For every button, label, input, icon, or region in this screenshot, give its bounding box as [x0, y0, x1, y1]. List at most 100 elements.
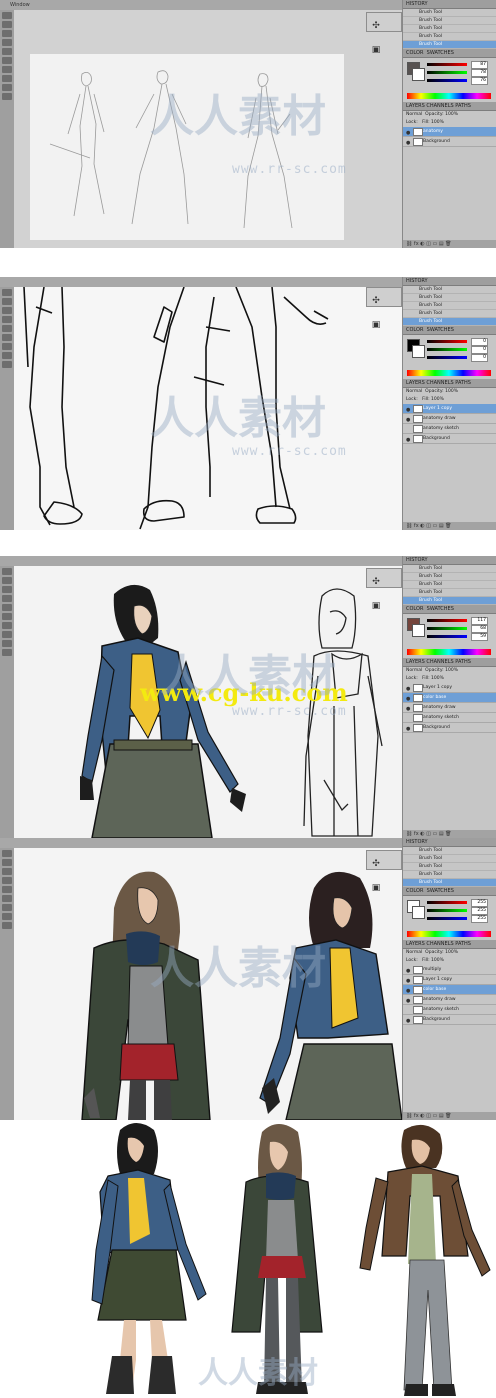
clone-source-icon[interactable]: ▣ — [369, 45, 383, 59]
layer-row[interactable]: ● multiply — [403, 965, 496, 975]
eraser-tool-icon[interactable] — [2, 48, 12, 55]
opacity-value[interactable]: 100% — [445, 389, 458, 394]
move-tool-icon[interactable] — [2, 850, 12, 857]
red-value[interactable]: 87 — [471, 61, 488, 69]
blue-value[interactable]: 59 — [471, 633, 488, 641]
layer-row[interactable]: ● Background — [403, 1015, 496, 1025]
gradient-tool-icon[interactable] — [2, 613, 12, 620]
blue-value[interactable]: 0 — [471, 354, 488, 362]
zoom-tool-icon[interactable] — [2, 93, 12, 100]
layer-row-selected[interactable]: ● Layer 1 copy — [403, 404, 496, 414]
type-tool-icon[interactable] — [2, 352, 12, 359]
fill-value[interactable]: 100% — [431, 120, 444, 125]
history-row[interactable]: Brush Tool — [403, 565, 496, 573]
brush-preset-icon[interactable]: ✣ — [369, 296, 383, 310]
menu-label[interactable]: Window — [10, 2, 30, 8]
red-value[interactable]: 117 — [471, 617, 488, 625]
layers-panel-header[interactable]: LAYERS CHANNELS PATHS — [403, 940, 496, 949]
blue-slider[interactable] — [427, 356, 467, 359]
lasso-tool-icon[interactable] — [2, 586, 12, 593]
green-slider[interactable] — [427, 348, 467, 351]
layer-row[interactable]: ● Background — [403, 137, 496, 147]
history-row[interactable]: Brush Tool — [403, 17, 496, 25]
fill-value[interactable]: 100% — [431, 958, 444, 963]
history-row[interactable]: Brush Tool — [403, 589, 496, 597]
marquee-tool-icon[interactable] — [2, 859, 12, 866]
zoom-tool-icon[interactable] — [2, 649, 12, 656]
move-tool-icon[interactable] — [2, 289, 12, 296]
eraser-tool-icon[interactable] — [2, 886, 12, 893]
opacity-value[interactable]: 100% — [445, 950, 458, 955]
eraser-tool-icon[interactable] — [2, 325, 12, 332]
swatches-tab[interactable]: SWATCHES — [427, 606, 454, 612]
history-row[interactable]: Brush Tool — [403, 9, 496, 17]
brush-tool-icon[interactable] — [2, 316, 12, 323]
eye-icon[interactable]: ● — [406, 725, 410, 734]
swatches-tab[interactable]: SWATCHES — [427, 50, 454, 56]
layer-row[interactable]: ● anatomy draw — [403, 414, 496, 424]
history-row[interactable]: Brush Tool — [403, 847, 496, 855]
red-slider[interactable] — [427, 619, 467, 622]
eye-icon[interactable]: ● — [406, 436, 410, 445]
layers-panel-header[interactable]: LAYERS CHANNELS PATHS — [403, 379, 496, 388]
color-spectrum[interactable] — [407, 93, 491, 99]
green-value[interactable]: 78 — [471, 69, 488, 77]
color-spectrum[interactable] — [407, 649, 491, 655]
background-swatch[interactable] — [412, 624, 425, 637]
brush-tool-icon[interactable] — [2, 877, 12, 884]
blue-value[interactable]: 255 — [471, 915, 488, 923]
history-row[interactable]: Brush Tool — [403, 871, 496, 879]
blue-value[interactable]: 76 — [471, 77, 488, 85]
layer-row[interactable]: anatomy sketch — [403, 1005, 496, 1015]
move-tool-icon[interactable] — [2, 568, 12, 575]
history-row-selected[interactable]: Brush Tool — [403, 41, 496, 49]
red-value[interactable]: 255 — [471, 899, 488, 907]
blend-mode-select[interactable]: Normal — [406, 668, 422, 673]
blend-mode-select[interactable]: Normal — [406, 950, 422, 955]
red-slider[interactable] — [427, 63, 467, 66]
history-row[interactable]: Brush Tool — [403, 33, 496, 41]
history-row-selected[interactable]: Brush Tool — [403, 318, 496, 326]
lasso-tool-icon[interactable] — [2, 30, 12, 37]
type-tool-icon[interactable] — [2, 75, 12, 82]
color-tab[interactable]: COLOR — [406, 888, 423, 894]
red-value[interactable]: 0 — [471, 338, 488, 346]
green-slider[interactable] — [427, 627, 467, 630]
green-value[interactable]: 68 — [471, 625, 488, 633]
color-spectrum[interactable] — [407, 931, 491, 937]
brush-preset-icon[interactable]: ✣ — [369, 859, 383, 873]
history-row[interactable]: Brush Tool — [403, 310, 496, 318]
blend-mode-select[interactable]: Normal — [406, 112, 422, 117]
red-slider[interactable] — [427, 340, 467, 343]
gradient-tool-icon[interactable] — [2, 57, 12, 64]
green-slider[interactable] — [427, 71, 467, 74]
color-tab[interactable]: COLOR — [406, 327, 423, 333]
clone-source-icon[interactable]: ▣ — [369, 320, 383, 334]
layer-row[interactable]: ● anatomy draw — [403, 995, 496, 1005]
color-tab[interactable]: COLOR — [406, 50, 423, 56]
layer-row-selected[interactable]: ● color base — [403, 693, 496, 703]
blue-slider[interactable] — [427, 917, 467, 920]
lasso-tool-icon[interactable] — [2, 868, 12, 875]
green-value[interactable]: 255 — [471, 907, 488, 915]
blue-slider[interactable] — [427, 79, 467, 82]
hand-tool-icon[interactable] — [2, 361, 12, 368]
hand-tool-icon[interactable] — [2, 640, 12, 647]
pen-tool-icon[interactable] — [2, 343, 12, 350]
layer-row[interactable]: ● Layer 1 copy — [403, 683, 496, 693]
hand-tool-icon[interactable] — [2, 922, 12, 929]
marquee-tool-icon[interactable] — [2, 298, 12, 305]
background-swatch[interactable] — [412, 345, 425, 358]
gradient-tool-icon[interactable] — [2, 895, 12, 902]
layer-row[interactable]: ● Background — [403, 723, 496, 733]
layers-panel-header[interactable]: LAYERS CHANNELS PATHS — [403, 102, 496, 111]
clone-source-icon[interactable]: ▣ — [369, 601, 383, 615]
clone-source-icon[interactable]: ▣ — [369, 883, 383, 897]
hand-tool-icon[interactable] — [2, 84, 12, 91]
pen-tool-icon[interactable] — [2, 66, 12, 73]
marquee-tool-icon[interactable] — [2, 577, 12, 584]
eye-icon[interactable]: ● — [406, 139, 410, 148]
marquee-tool-icon[interactable] — [2, 21, 12, 28]
type-tool-icon[interactable] — [2, 913, 12, 920]
eraser-tool-icon[interactable] — [2, 604, 12, 611]
